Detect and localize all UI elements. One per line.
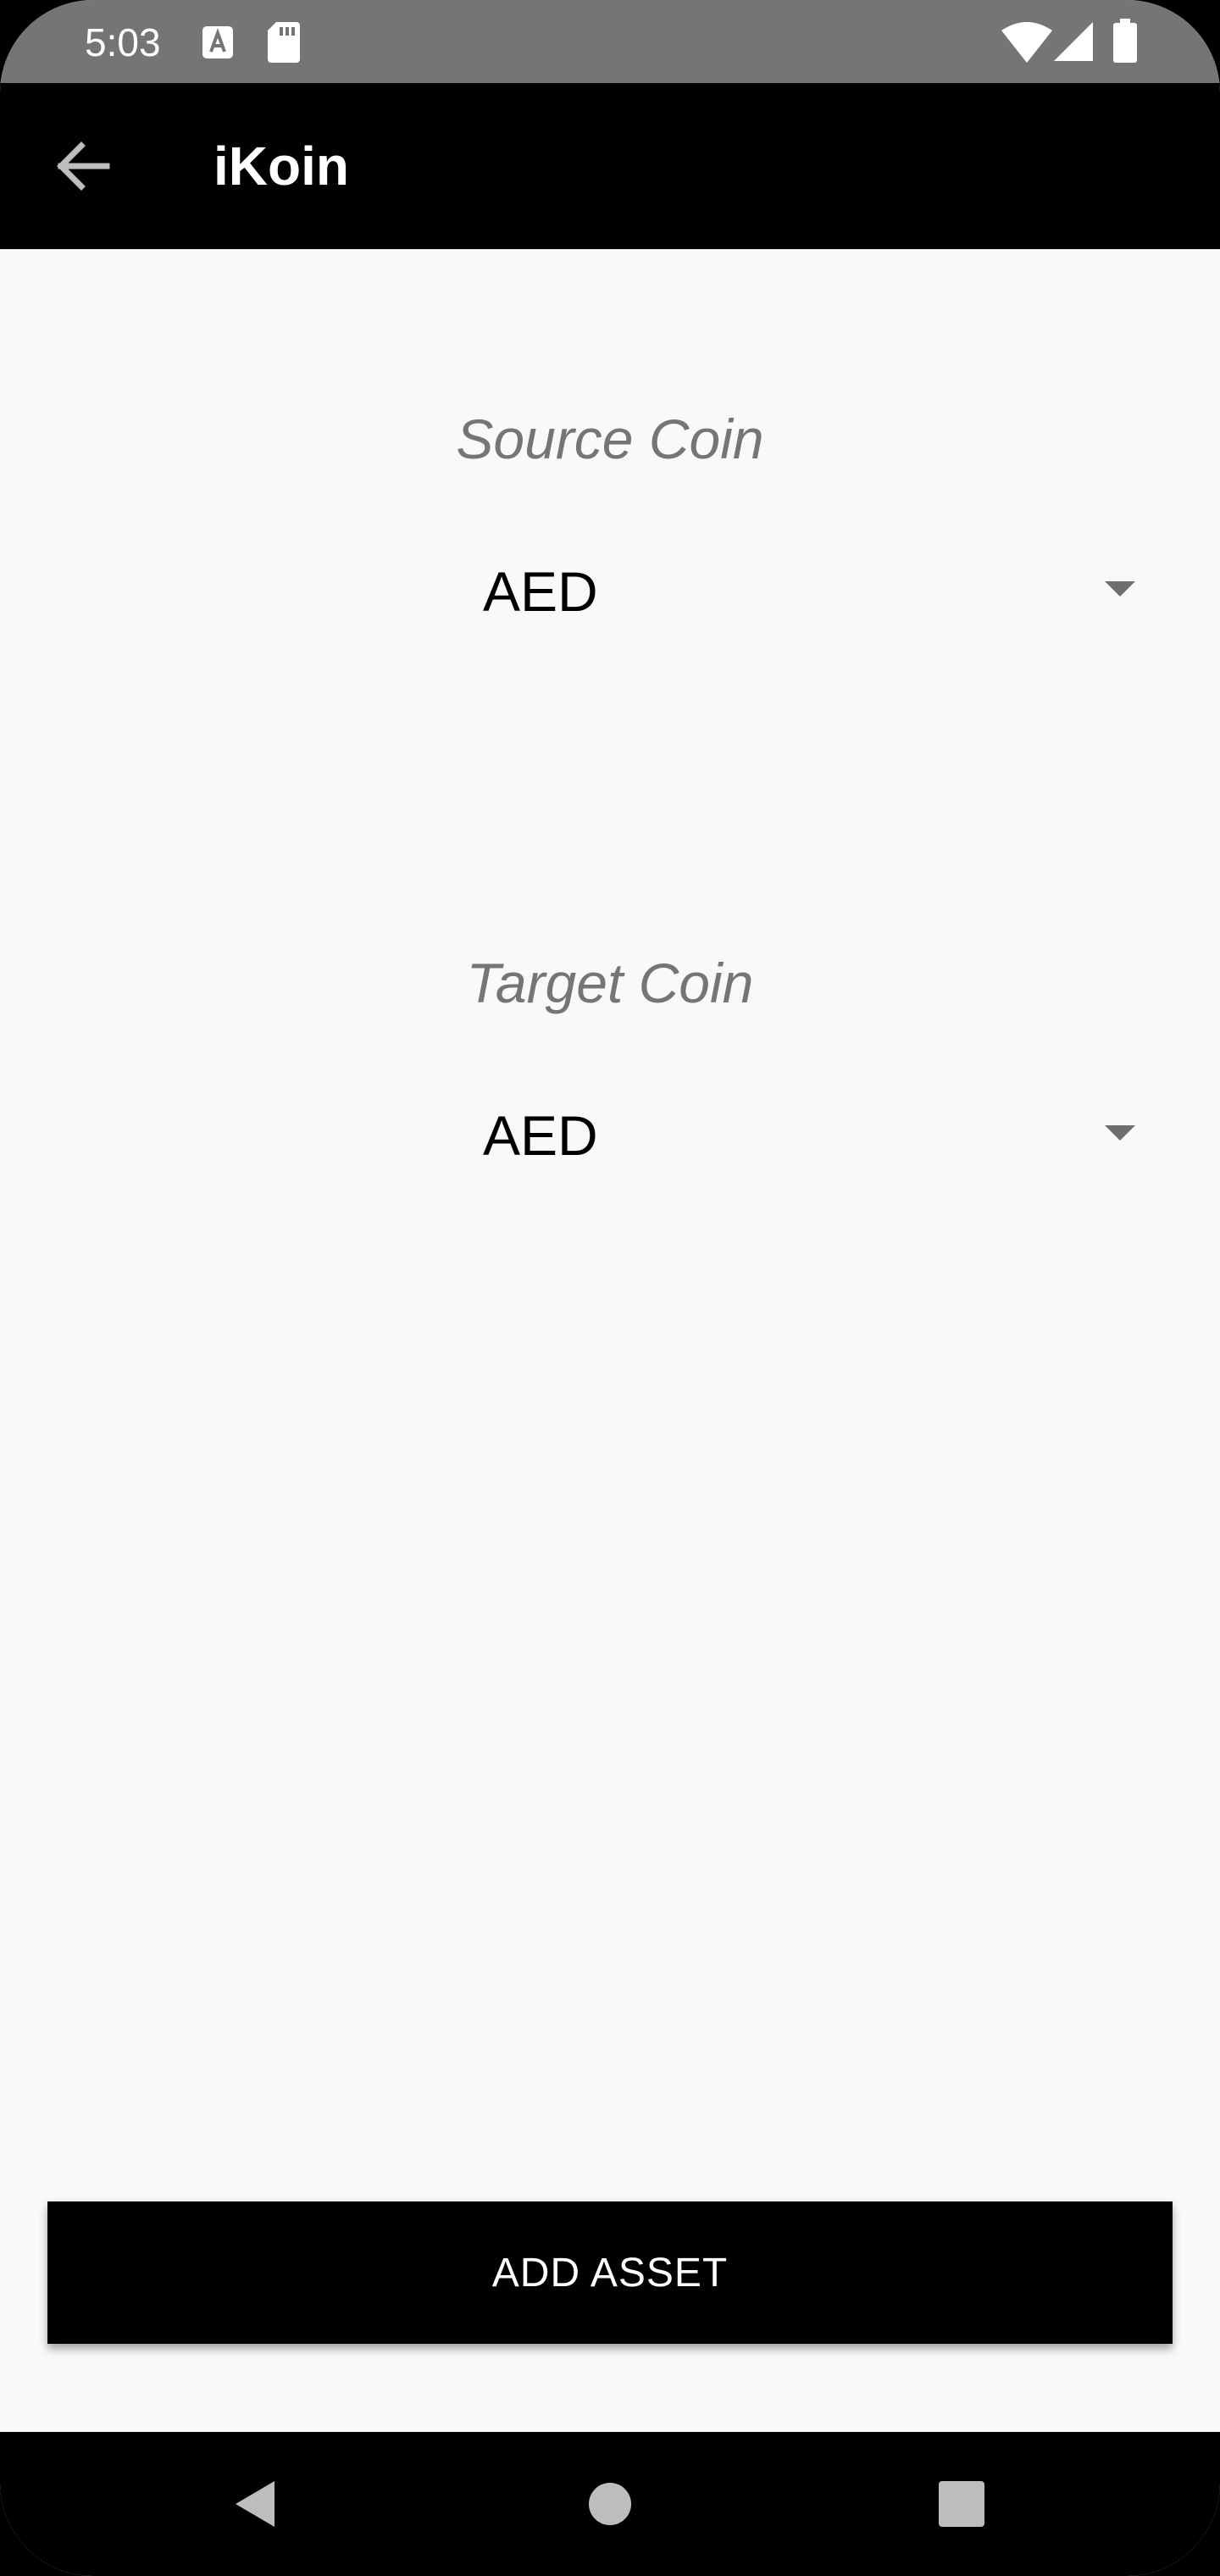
dropdown-arrow-icon [1105, 581, 1135, 597]
nav-back-icon[interactable] [217, 2466, 293, 2542]
target-coin-label: Target Coin [466, 952, 754, 1014]
status-bar: 5:03 [0, 0, 1220, 83]
sd-card-icon [268, 22, 300, 63]
nav-home-icon[interactable] [572, 2466, 648, 2542]
source-coin-label: Source Coin [456, 408, 764, 470]
app-screen: 5:03 iKoin Source Coin AED Target Coin A… [0, 0, 1220, 2576]
source-coin-value: AED [483, 560, 598, 623]
battery-icon [1113, 19, 1137, 63]
status-time: 5:03 [85, 20, 161, 64]
target-coin-spinner[interactable]: AED [458, 1076, 1161, 1195]
arrow-back-icon[interactable] [42, 125, 124, 207]
app-title: iKoin [214, 136, 349, 197]
wifi-icon [1001, 22, 1052, 63]
add-asset-button[interactable]: ADD ASSET [47, 2201, 1173, 2344]
navigation-bar [0, 2432, 1220, 2576]
dropdown-arrow-icon [1105, 1125, 1135, 1141]
target-coin-value: AED [483, 1104, 598, 1167]
source-coin-spinner[interactable]: AED [458, 532, 1161, 651]
notification-a-icon [202, 26, 233, 58]
nav-recents-icon[interactable] [923, 2466, 1000, 2542]
app-bar: iKoin [0, 83, 1220, 249]
cellular-signal-icon [1054, 22, 1093, 61]
